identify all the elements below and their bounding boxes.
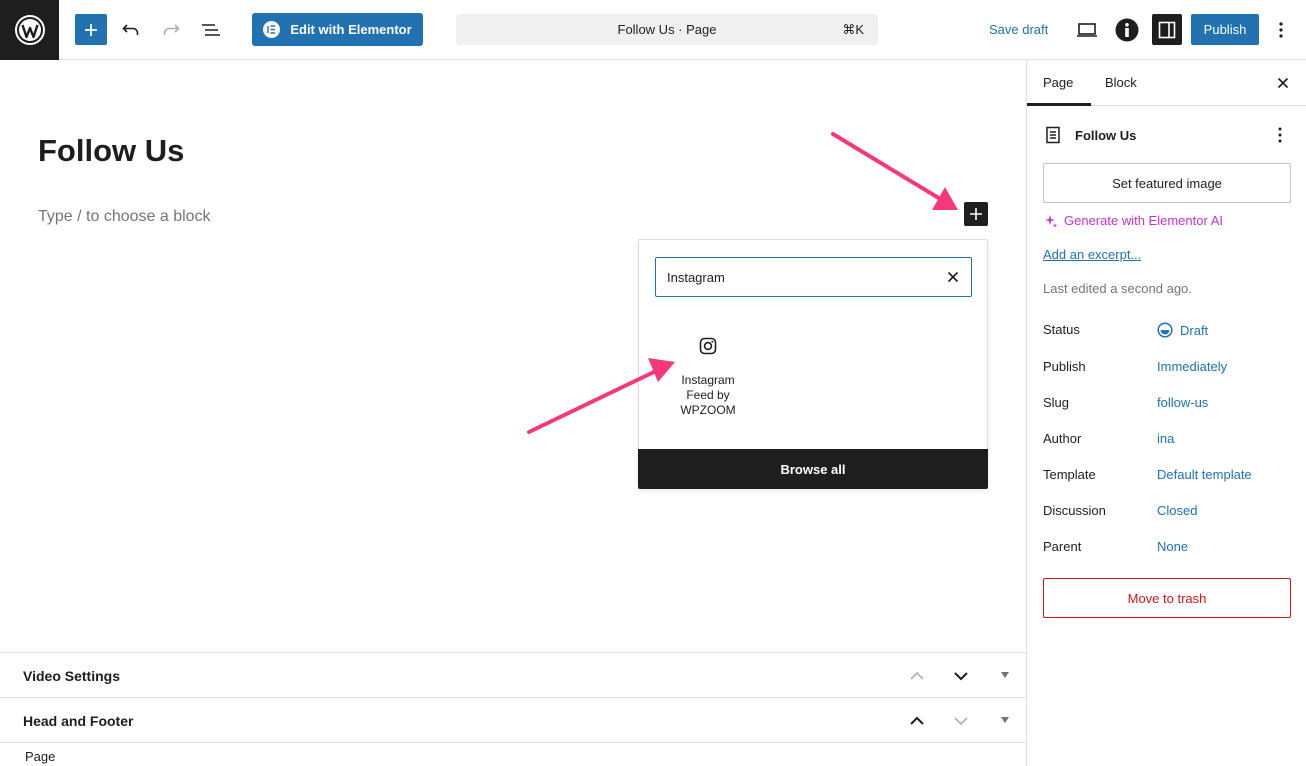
parent-button[interactable]: None bbox=[1157, 539, 1188, 554]
last-edited-text: Last edited a second ago. bbox=[1043, 281, 1192, 296]
preview-button[interactable] bbox=[1075, 16, 1099, 44]
prop-row-parent: Parent None bbox=[1043, 539, 1293, 559]
move-down-icon[interactable] bbox=[952, 712, 970, 730]
instagram-icon bbox=[697, 335, 719, 357]
document-overview-button[interactable] bbox=[198, 14, 224, 46]
block-breadcrumb-bar: Page bbox=[0, 742, 1026, 766]
prop-row-publish: Publish Immediately bbox=[1043, 359, 1293, 379]
block-search-field[interactable] bbox=[655, 257, 972, 297]
clear-search-button[interactable] bbox=[945, 269, 961, 285]
add-excerpt-link[interactable]: Add an excerpt... bbox=[1043, 247, 1141, 262]
sparkle-icon bbox=[1045, 214, 1058, 228]
edit-with-elementor-label: Edit with Elementor bbox=[290, 22, 412, 37]
metabox-head-and-footer[interactable]: Head and Footer bbox=[0, 697, 1026, 742]
plus-icon bbox=[85, 23, 97, 36]
move-up-icon[interactable] bbox=[908, 667, 926, 685]
block-result-instagram-feed[interactable]: Instagram Feed by WPZOOM bbox=[669, 330, 747, 425]
prop-label: Parent bbox=[1043, 539, 1082, 554]
metabox-title: Head and Footer bbox=[23, 713, 134, 729]
draft-status-icon bbox=[1157, 322, 1173, 338]
prop-row-discussion: Discussion Closed bbox=[1043, 503, 1293, 523]
slug-button[interactable]: follow-us bbox=[1157, 395, 1208, 410]
settings-panel-toggle[interactable] bbox=[1152, 14, 1182, 45]
toggle-panel-icon[interactable] bbox=[999, 714, 1011, 726]
info-icon bbox=[1115, 18, 1139, 42]
redo-button[interactable] bbox=[159, 14, 183, 46]
browse-all-button[interactable]: Browse all bbox=[638, 449, 988, 489]
settings-sidebar: Page Block Follow Us Set featured image … bbox=[1026, 60, 1306, 766]
metabox-video-settings[interactable]: Video Settings bbox=[0, 652, 1026, 697]
page-document-icon bbox=[1046, 126, 1060, 144]
edit-with-elementor-button[interactable]: Edit with Elementor bbox=[252, 13, 423, 46]
publish-button[interactable]: Publish bbox=[1191, 14, 1259, 45]
move-down-icon[interactable] bbox=[952, 667, 970, 685]
toggle-panel-icon[interactable] bbox=[999, 669, 1011, 681]
tab-page[interactable]: Page bbox=[1043, 75, 1073, 90]
set-featured-image-button[interactable]: Set featured image bbox=[1043, 163, 1291, 203]
undo-icon bbox=[122, 24, 139, 35]
elementor-ai-label: Generate with Elementor AI bbox=[1064, 213, 1223, 228]
block-placeholder[interactable]: Type / to choose a block bbox=[38, 208, 211, 226]
move-to-trash-button[interactable]: Move to trash bbox=[1043, 578, 1291, 618]
prop-row-slug: Slug follow-us bbox=[1043, 395, 1293, 415]
prop-label: Author bbox=[1043, 431, 1082, 446]
plugin-info-button[interactable] bbox=[1115, 16, 1139, 44]
sidebar-panel-icon bbox=[1158, 21, 1176, 38]
prop-label: Publish bbox=[1043, 359, 1086, 374]
status-value-button[interactable]: Draft bbox=[1157, 322, 1208, 338]
command-palette-bar[interactable]: Follow Us · Page ⌘K bbox=[456, 14, 878, 45]
block-inserter-popover: Instagram Feed by WPZOOM Browse all bbox=[638, 239, 988, 489]
sidebar-tabs: Page Block bbox=[1027, 60, 1306, 106]
metabox-title: Video Settings bbox=[23, 668, 120, 684]
generate-elementor-ai-button[interactable]: Generate with Elementor AI bbox=[1044, 213, 1223, 228]
close-icon bbox=[1277, 77, 1289, 89]
list-view-icon bbox=[202, 24, 220, 36]
close-icon bbox=[947, 271, 959, 283]
editor-header: Edit with Elementor Follow Us · Page ⌘K … bbox=[0, 0, 1306, 60]
active-tab-indicator bbox=[1027, 103, 1091, 106]
plus-icon bbox=[970, 208, 982, 220]
close-sidebar-button[interactable] bbox=[1275, 75, 1291, 91]
prop-label: Template bbox=[1043, 467, 1096, 482]
more-vertical-icon bbox=[1279, 22, 1283, 38]
prop-row-status: Status Draft bbox=[1043, 322, 1293, 342]
options-menu-button[interactable] bbox=[1271, 16, 1291, 44]
template-button[interactable]: Default template bbox=[1157, 467, 1252, 482]
block-search-input[interactable] bbox=[667, 268, 927, 286]
prop-row-template: Template Default template bbox=[1043, 467, 1293, 487]
wordpress-logo-button[interactable] bbox=[0, 0, 59, 60]
more-vertical-icon[interactable] bbox=[1272, 126, 1288, 144]
post-title[interactable]: Follow Us bbox=[38, 133, 184, 169]
prop-value-label: Draft bbox=[1180, 322, 1209, 338]
document-title: Follow Us · Page bbox=[617, 22, 717, 37]
prop-label: Status bbox=[1043, 322, 1080, 337]
elementor-icon bbox=[263, 21, 281, 38]
author-button[interactable]: ina bbox=[1157, 431, 1174, 446]
breadcrumb-item-page[interactable]: Page bbox=[25, 749, 55, 764]
document-title-summary: Follow Us bbox=[1075, 128, 1137, 143]
move-up-icon[interactable] bbox=[908, 712, 926, 730]
tab-block[interactable]: Block bbox=[1105, 75, 1137, 90]
publish-date-button[interactable]: Immediately bbox=[1157, 359, 1227, 374]
redo-icon bbox=[163, 24, 180, 35]
prop-label: Discussion bbox=[1043, 503, 1106, 518]
prop-label: Slug bbox=[1043, 395, 1070, 410]
block-inserter-toggle-button[interactable] bbox=[75, 14, 107, 45]
undo-button[interactable] bbox=[119, 14, 143, 46]
desktop-preview-icon bbox=[1077, 23, 1097, 37]
inline-add-block-button[interactable] bbox=[964, 202, 988, 226]
prop-row-author: Author ina bbox=[1043, 431, 1293, 451]
command-shortcut: ⌘K bbox=[842, 22, 864, 37]
wordpress-logo-icon bbox=[14, 15, 45, 45]
save-draft-button[interactable]: Save draft bbox=[989, 22, 1048, 37]
discussion-button[interactable]: Closed bbox=[1157, 503, 1197, 518]
block-result-label: Instagram Feed by WPZOOM bbox=[680, 373, 736, 417]
